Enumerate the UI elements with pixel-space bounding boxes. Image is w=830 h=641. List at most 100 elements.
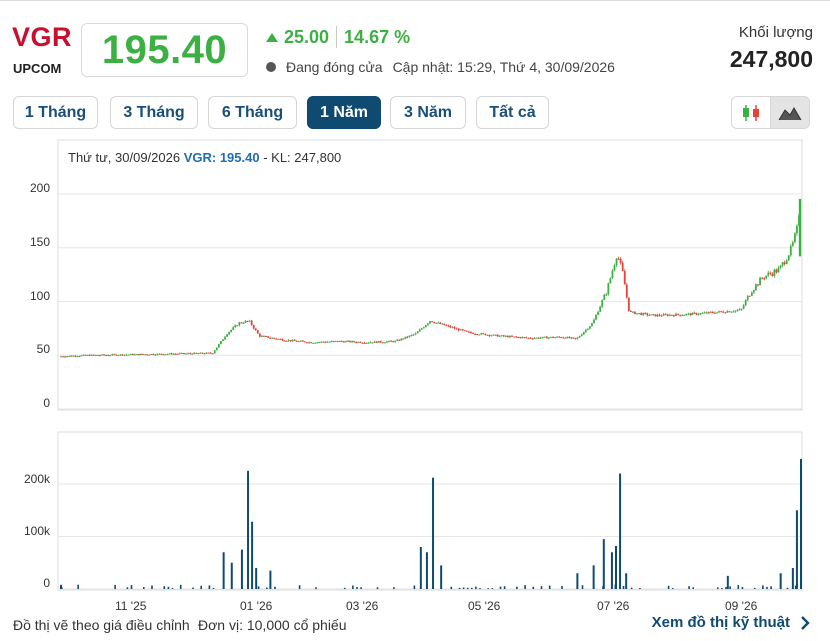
volume-bar [343,587,346,589]
technical-chart-link[interactable]: Xem đồ thị kỹ thuật [652,614,812,631]
candle-down [513,336,515,338]
volume-bar [60,584,62,589]
candle-up [576,337,579,339]
candle-up [345,341,347,343]
candle-up [632,311,634,313]
candle-up [94,354,97,356]
volume-bar [208,585,211,589]
candle-down [402,338,405,340]
candle-up [414,333,417,335]
candle-down [531,338,534,340]
volume-bar [725,586,727,589]
candle-up [691,312,694,316]
candle-down [265,336,267,338]
volume-bar [561,586,563,589]
candle-down [201,352,204,354]
y-tick-label: 200 [29,181,50,195]
volume-bar [167,586,170,589]
candle-up [543,336,546,338]
candle-up [578,336,581,338]
candle-down [322,341,325,343]
x-tick-label: 11 '25 [115,599,147,613]
candle-up [400,338,403,341]
candle-up [648,315,651,317]
candle-down [174,353,177,355]
candle-up [277,338,280,340]
candle-down [763,278,766,280]
candle-up [193,352,196,355]
candle-up [384,342,386,344]
volume-bar [251,521,254,589]
candle-up [76,356,79,358]
candle-up [753,290,755,293]
candle-down [664,314,667,316]
volume-bar [532,586,535,589]
candle-up [78,356,81,358]
candle-down [88,354,91,356]
candle-down [757,284,759,286]
volume-bar [721,588,723,589]
candle-down [371,342,374,344]
candle-down [324,341,327,343]
candle-up [580,334,583,337]
candle-up [80,355,83,357]
candle-up [603,294,606,301]
candle-up [779,265,782,268]
volume-tick-label: 0 [43,576,50,590]
candle-up [125,354,128,356]
candle-down [113,354,116,356]
volume-bar [602,539,605,589]
candle-down [463,330,466,332]
volume-bars [60,458,802,589]
candle-down [154,354,157,356]
candle-up [480,333,483,335]
candle-up [299,340,302,342]
candle-up [478,334,481,336]
candle-up [347,340,349,342]
candle-down [99,355,101,357]
candle-down [92,354,95,356]
volume-bar [352,585,354,589]
candle-up [601,300,604,307]
candle-down [447,325,450,327]
candle-up [129,354,132,356]
candle-up [586,328,589,330]
candle-up [410,334,413,336]
candle-up [791,242,794,246]
candle-down [381,342,384,344]
candle-down [392,341,394,343]
candle-up [605,294,608,296]
candle-down [712,312,714,314]
candle-up [615,258,618,266]
candle-up [297,341,300,343]
candle-up [726,311,729,313]
candle-down [97,354,99,356]
candle-up [236,325,239,327]
volume-bar [462,587,465,589]
candle-up [418,329,421,332]
candle-up [742,305,745,309]
volume-bar [667,585,670,589]
candle-up [767,272,770,276]
candle-down [152,354,155,356]
candle-down [515,336,517,338]
candle-up [238,322,241,326]
candle-down [304,341,306,343]
candle-up [179,353,181,355]
candle-down [709,311,712,313]
candle-down [281,339,284,341]
candle-down [285,340,288,342]
candle-up [787,255,790,261]
candle-down [470,332,472,334]
candle-down [273,337,276,339]
volume-bar [639,588,641,589]
candle-up [234,325,237,328]
candle-up [521,337,524,339]
x-tick-label: 09 '26 [725,599,758,613]
candle-up [181,352,183,354]
volume-bar [491,588,494,589]
volume-bar [622,586,625,589]
candle-down [203,353,206,355]
candle-up [217,344,220,348]
candle-down [74,355,77,357]
